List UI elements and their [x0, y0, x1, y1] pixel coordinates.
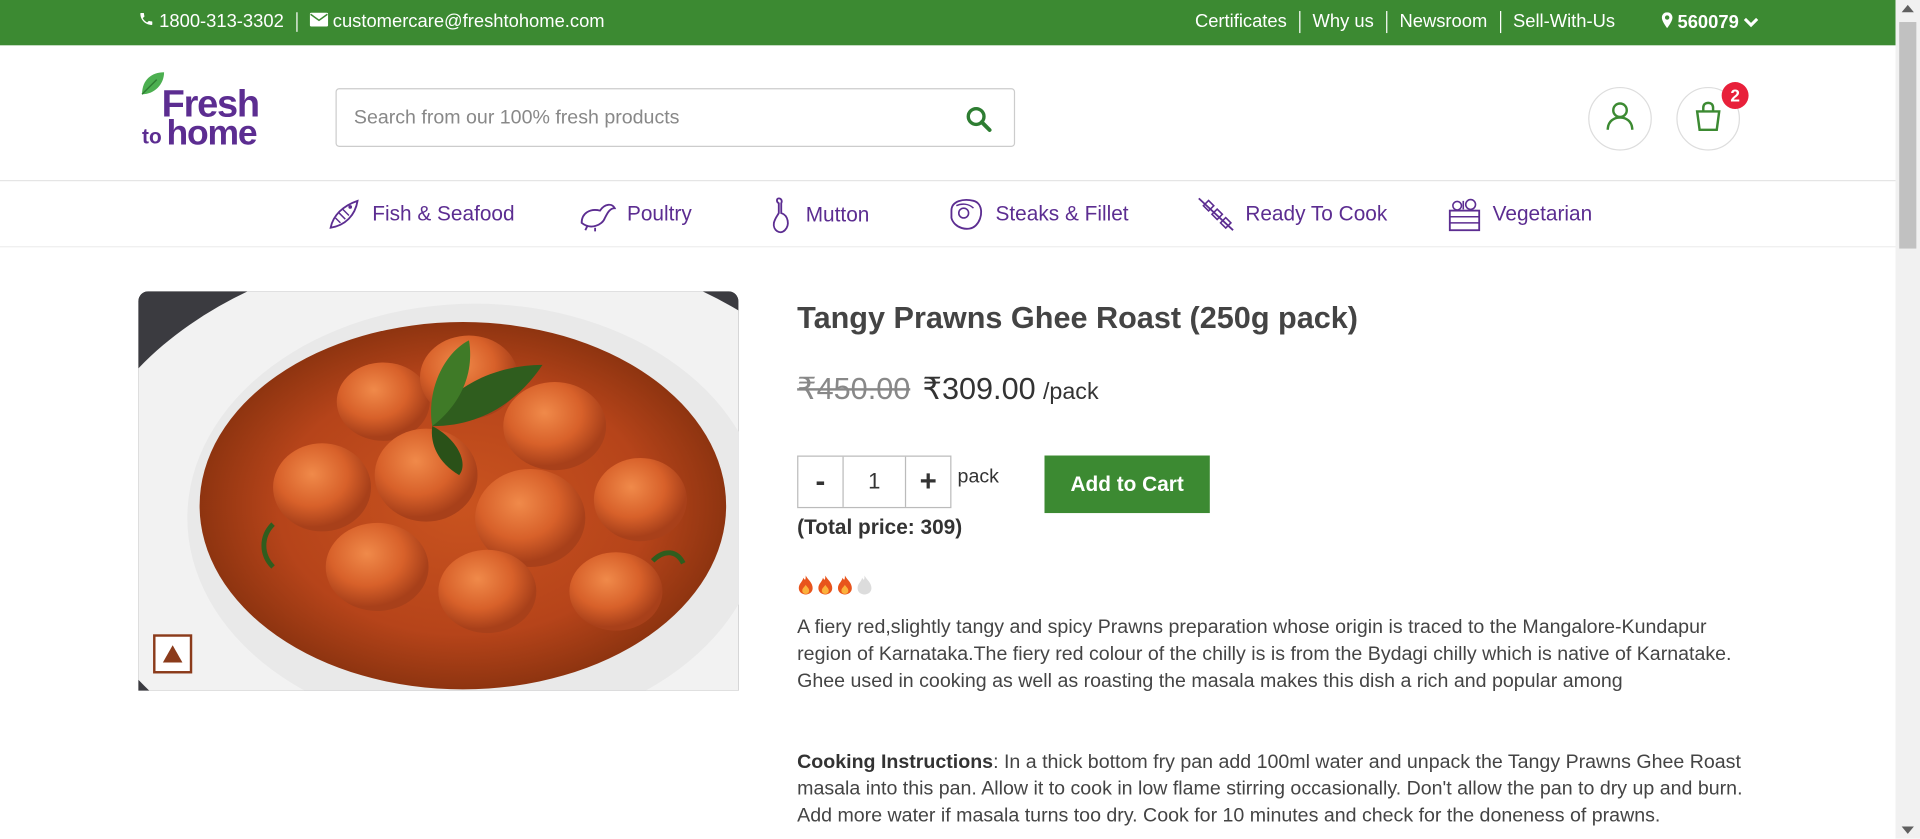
product-title: Tangy Prawns Ghee Roast (250g pack)	[797, 301, 1359, 336]
decrease-quantity-button[interactable]: -	[798, 456, 844, 507]
spice-level-indicator	[797, 574, 873, 595]
skewer-icon	[1198, 197, 1234, 231]
add-to-cart-button[interactable]: Add to Cart	[1044, 455, 1210, 514]
newsroom-link[interactable]: Newsroom	[1386, 11, 1499, 34]
vegetable-basket-icon	[1448, 198, 1481, 232]
shopping-bag-icon	[1692, 100, 1724, 138]
location-pin-icon	[1661, 11, 1673, 33]
quantity-unit-label: pack	[957, 466, 999, 488]
nav-label: Ready To Cook	[1245, 202, 1388, 226]
logo-text-to: to	[142, 124, 162, 149]
email-address[interactable]: customercare@freshtohome.com	[333, 11, 605, 32]
chevron-down-icon	[1743, 12, 1759, 33]
quantity-stepper: - 1 +	[797, 455, 952, 509]
page-scrollbar[interactable]	[1895, 0, 1920, 839]
search-icon[interactable]	[965, 105, 992, 138]
logo-text-home: home	[166, 113, 258, 154]
nav-label: Vegetarian	[1492, 202, 1593, 226]
cooking-instructions: Cooking Instructions: In a thick bottom …	[797, 749, 1758, 830]
nav-label: Steaks & Fillet	[995, 202, 1129, 226]
cooking-instructions-label: Cooking Instructions	[797, 751, 994, 773]
nav-item-ready-to-cook[interactable]: Ready To Cook	[1196, 196, 1387, 233]
email-icon	[309, 11, 328, 32]
why-us-link[interactable]: Why us	[1299, 11, 1386, 34]
original-price: ₹450.00	[797, 372, 911, 407]
nav-item-mutton[interactable]: Mutton	[769, 196, 869, 235]
price-block: ₹450.00 ₹309.00 /pack	[797, 371, 1098, 408]
certificates-link[interactable]: Certificates	[1183, 11, 1299, 33]
quantity-value[interactable]: 1	[844, 457, 905, 507]
page: 1800-313-3302 customercare@freshtohome.c…	[0, 0, 1920, 839]
account-button[interactable]	[1588, 86, 1652, 151]
sell-with-us-link[interactable]: Sell-With-Us	[1499, 11, 1628, 34]
nav-item-vegetarian[interactable]: Vegetarian	[1446, 196, 1592, 233]
scroll-down-arrow-icon[interactable]	[1901, 826, 1914, 834]
nav-item-fish-seafood[interactable]: Fish & Seafood	[326, 196, 515, 233]
cart-button[interactable]: 2	[1676, 82, 1749, 151]
chili-flame-empty-icon	[857, 575, 872, 595]
scroll-up-arrow-icon[interactable]	[1901, 4, 1914, 13]
total-price: (Total price: 309)	[797, 515, 963, 539]
product-description: A fiery red,slightly tangy and spicy Pra…	[797, 617, 1732, 692]
freshtohome-logo[interactable]: Fresh to home	[140, 70, 260, 154]
scroll-to-top-button[interactable]	[153, 634, 193, 674]
phone-number[interactable]: 1800-313-3302	[159, 11, 284, 32]
divider	[296, 11, 298, 32]
scrollbar-thumb[interactable]	[1899, 22, 1917, 249]
phone-icon	[138, 11, 154, 32]
top-bar: 1800-313-3302 customercare@freshtohome.c…	[0, 0, 1896, 46]
nav-item-poultry[interactable]: Poultry	[578, 196, 692, 233]
user-icon	[1604, 100, 1636, 138]
product-image	[138, 291, 739, 691]
steak-icon	[950, 199, 983, 230]
fish-icon	[329, 199, 359, 229]
nav-label: Fish & Seafood	[372, 202, 515, 226]
pincode-selector[interactable]: 560079	[1661, 11, 1759, 33]
cart-count-badge: 2	[1721, 82, 1749, 109]
increase-quantity-button[interactable]: +	[904, 456, 950, 507]
sale-price: ₹309.00	[922, 372, 1036, 407]
top-links: Certificates Why us Newsroom Sell-With-U…	[1183, 11, 1759, 34]
chili-flame-icon	[837, 575, 852, 595]
chili-flame-icon	[818, 575, 833, 595]
pincode-value: 560079	[1677, 11, 1739, 33]
nav-label: Poultry	[626, 202, 692, 226]
search-box	[335, 88, 1016, 147]
search-input[interactable]	[351, 104, 945, 134]
site-header: Fresh to home 2	[0, 45, 1896, 182]
mutton-leg-icon	[772, 197, 789, 234]
nav-item-steaks-fillet[interactable]: Steaks & Fillet	[947, 196, 1129, 233]
chili-flame-icon	[798, 575, 813, 595]
price-unit: /pack	[1042, 379, 1099, 406]
triangle-up-icon	[162, 645, 183, 663]
nav-label: Mutton	[805, 203, 870, 227]
contact-info: 1800-313-3302 customercare@freshtohome.c…	[138, 11, 605, 32]
chicken-icon	[580, 203, 617, 232]
category-nav: Fish & Seafood Poultry Mutton Steaks & F…	[0, 181, 1896, 248]
